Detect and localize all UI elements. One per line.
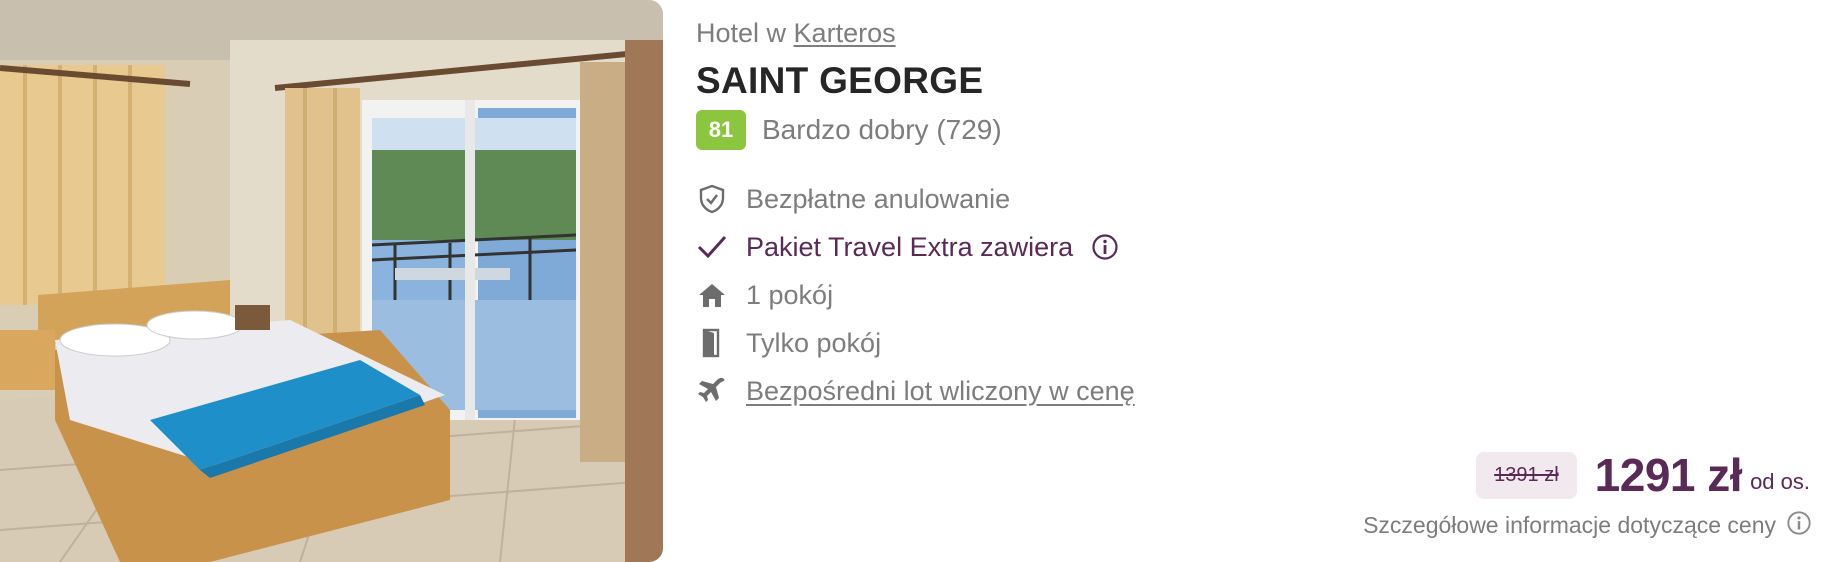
location-prefix: Hotel w [696, 18, 787, 48]
rating-text: Bardzo dobry (729) [762, 114, 1002, 145]
room-image [0, 0, 663, 562]
feature-travel-extra[interactable]: Pakiet Travel Extra zawiera [696, 223, 1135, 271]
price-details-label: Szczegółowe informacje dotyczące ceny [1363, 512, 1776, 538]
old-price: 1391 zł [1476, 451, 1577, 499]
feature-label: 1 pokój [746, 279, 834, 310]
feature-free-cancellation: Bezpłatne anulowanie [696, 175, 1135, 223]
price-per: od os. [1750, 469, 1810, 494]
hotel-name[interactable]: SAINT GEORGE [696, 60, 983, 102]
info-icon[interactable] [1786, 510, 1812, 541]
door-icon [696, 327, 728, 359]
hotel-location: Hotel w Karteros [696, 18, 896, 49]
hotel-photo[interactable] [0, 0, 663, 562]
feature-label: Pakiet Travel Extra zawiera [746, 231, 1074, 262]
feature-rooms: 1 pokój [696, 271, 1135, 319]
feature-flight[interactable]: Bezpośredni lot wliczony w cenę [696, 367, 1135, 415]
feature-label: Bezpłatne anulowanie [746, 183, 1011, 214]
price-details-link[interactable]: Szczegółowe informacje dotyczące ceny [1363, 510, 1812, 541]
shield-check-icon [696, 183, 728, 215]
house-icon [696, 279, 728, 311]
plane-icon [696, 375, 728, 407]
feature-board: Tylko pokój [696, 319, 1135, 367]
price-row: 1391 zł 1291 zł od os. [1476, 448, 1810, 502]
feature-label: Tylko pokój [746, 327, 882, 358]
hotel-info: Hotel w Karteros SAINT GEORGE 81 Bardzo … [696, 0, 1824, 562]
hotel-rating[interactable]: 81 Bardzo dobry (729) [696, 110, 1002, 150]
checkmark-icon [696, 231, 728, 263]
feature-list: Bezpłatne anulowanie Pakiet Travel Extra… [696, 175, 1135, 415]
rating-score-badge: 81 [696, 110, 746, 150]
current-price[interactable]: 1291 zł [1595, 448, 1743, 502]
info-icon[interactable] [1091, 233, 1119, 261]
hotel-card[interactable]: Hotel w Karteros SAINT GEORGE 81 Bardzo … [0, 0, 1824, 562]
feature-link[interactable]: Bezpośredni lot wliczony w cenę [746, 376, 1135, 407]
location-link[interactable]: Karteros [794, 18, 896, 48]
